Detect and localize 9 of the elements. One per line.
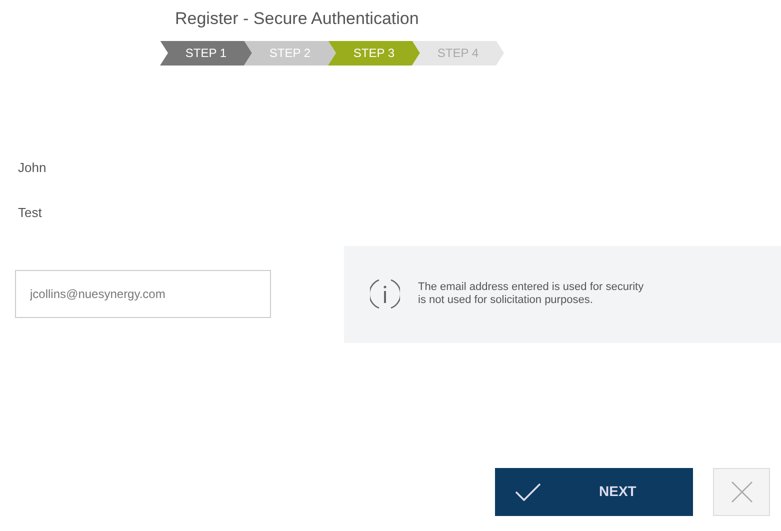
check-icon: [515, 482, 541, 500]
page-title: Register - Secure Authentication: [175, 8, 420, 30]
close-button[interactable]: [713, 468, 770, 516]
email-field[interactable]: jcollins@nuesynergy.com: [15, 270, 271, 318]
name-text: John: [18, 158, 48, 176]
next-button[interactable]: NEXT: [495, 468, 693, 516]
info-text: The email address entered is used for security is not used for solicitation purposes.: [418, 281, 644, 307]
close-icon: [730, 480, 752, 502]
name-text: Test: [18, 204, 43, 222]
